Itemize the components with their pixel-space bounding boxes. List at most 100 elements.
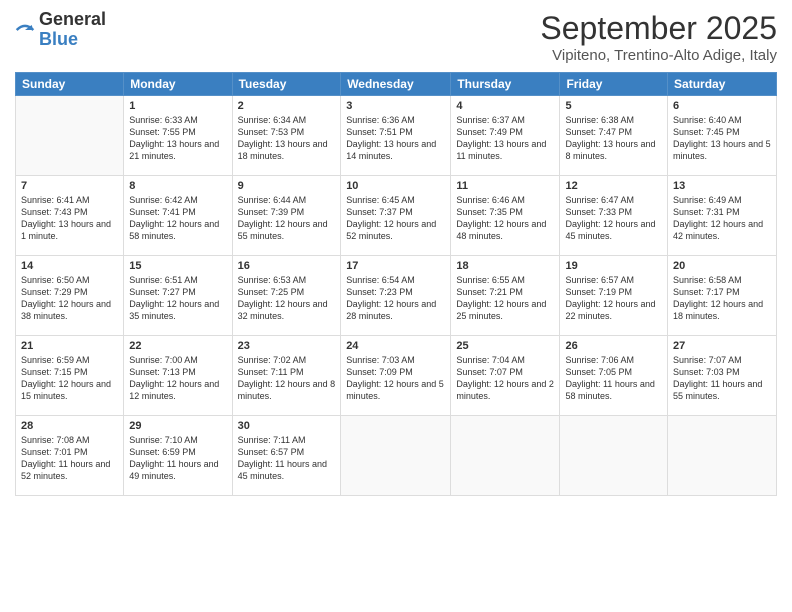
day-info: Sunrise: 6:57 AM Sunset: 7:19 PM Dayligh…	[565, 274, 662, 323]
calendar-cell: 5 Sunrise: 6:38 AM Sunset: 7:47 PM Daylig…	[560, 96, 668, 176]
day-number: 18	[456, 260, 554, 272]
day-number: 16	[238, 260, 336, 272]
day-info: Sunrise: 6:59 AM Sunset: 7:15 PM Dayligh…	[21, 354, 118, 403]
logo: General Blue	[15, 10, 106, 50]
page: General Blue September 2025 Vipiteno, Tr…	[0, 0, 792, 612]
day-number: 28	[21, 420, 118, 432]
calendar-cell: 7 Sunrise: 6:41 AM Sunset: 7:43 PM Daylig…	[16, 176, 124, 256]
day-number: 14	[21, 260, 118, 272]
day-number: 19	[565, 260, 662, 272]
day-info: Sunrise: 7:08 AM Sunset: 7:01 PM Dayligh…	[21, 434, 118, 483]
day-number: 30	[238, 420, 336, 432]
day-number: 23	[238, 340, 336, 352]
calendar-cell: 1 Sunrise: 6:33 AM Sunset: 7:55 PM Daylig…	[124, 96, 232, 176]
day-number: 29	[129, 420, 226, 432]
day-number: 7	[21, 180, 118, 192]
day-number: 3	[346, 100, 445, 112]
day-info: Sunrise: 6:40 AM Sunset: 7:45 PM Dayligh…	[673, 114, 771, 163]
day-info: Sunrise: 7:10 AM Sunset: 6:59 PM Dayligh…	[129, 434, 226, 483]
calendar-cell: 18 Sunrise: 6:55 AM Sunset: 7:21 PM Dayli…	[451, 256, 560, 336]
day-number: 24	[346, 340, 445, 352]
day-info: Sunrise: 6:36 AM Sunset: 7:51 PM Dayligh…	[346, 114, 445, 163]
day-info: Sunrise: 6:54 AM Sunset: 7:23 PM Dayligh…	[346, 274, 445, 323]
day-number: 17	[346, 260, 445, 272]
logo-icon	[15, 20, 35, 40]
calendar-cell: 2Sunrise: 6:34 AM Sunset: 7:53 PM Daylig…	[232, 96, 341, 176]
calendar-cell: 12 Sunrise: 6:47 AM Sunset: 7:33 PM Dayli…	[560, 176, 668, 256]
day-info: Sunrise: 7:04 AM Sunset: 7:07 PM Dayligh…	[456, 354, 554, 403]
calendar-cell: 25 Sunrise: 7:04 AM Sunset: 7:07 PM Dayli…	[451, 336, 560, 416]
calendar-cell	[16, 96, 124, 176]
calendar-cell	[451, 416, 560, 496]
day-number: 1	[129, 100, 226, 112]
calendar-cell: 15 Sunrise: 6:51 AM Sunset: 7:27 PM Dayli…	[124, 256, 232, 336]
month-title: September 2025	[540, 10, 777, 47]
day-info: Sunrise: 6:49 AM Sunset: 7:31 PM Dayligh…	[673, 194, 771, 243]
calendar-cell: 23Sunrise: 7:02 AM Sunset: 7:11 PM Dayli…	[232, 336, 341, 416]
calendar-cell: 13Sunrise: 6:49 AM Sunset: 7:31 PM Dayli…	[668, 176, 777, 256]
day-info: Sunrise: 6:50 AM Sunset: 7:29 PM Dayligh…	[21, 274, 118, 323]
calendar-cell	[341, 416, 451, 496]
day-info: Sunrise: 7:07 AM Sunset: 7:03 PM Dayligh…	[673, 354, 771, 403]
day-number: 11	[456, 180, 554, 192]
day-info: Sunrise: 7:00 AM Sunset: 7:13 PM Dayligh…	[129, 354, 226, 403]
day-info: Sunrise: 6:41 AM Sunset: 7:43 PM Dayligh…	[21, 194, 118, 243]
calendar-cell: 14 Sunrise: 6:50 AM Sunset: 7:29 PM Dayli…	[16, 256, 124, 336]
calendar-cell	[560, 416, 668, 496]
calendar-cell: 19 Sunrise: 6:57 AM Sunset: 7:19 PM Dayli…	[560, 256, 668, 336]
day-info: Sunrise: 6:51 AM Sunset: 7:27 PM Dayligh…	[129, 274, 226, 323]
day-number: 15	[129, 260, 226, 272]
calendar-cell: 11Sunrise: 6:46 AM Sunset: 7:35 PM Dayli…	[451, 176, 560, 256]
weekday-header: Wednesday	[341, 73, 451, 96]
calendar-cell: 26 Sunrise: 7:06 AM Sunset: 7:05 PM Dayli…	[560, 336, 668, 416]
calendar-cell: 4Sunrise: 6:37 AM Sunset: 7:49 PM Daylig…	[451, 96, 560, 176]
day-info: Sunrise: 7:06 AM Sunset: 7:05 PM Dayligh…	[565, 354, 662, 403]
calendar-cell: 27Sunrise: 7:07 AM Sunset: 7:03 PM Dayli…	[668, 336, 777, 416]
title-block: September 2025 Vipiteno, Trentino-Alto A…	[540, 10, 777, 64]
day-number: 5	[565, 100, 662, 112]
calendar-week-row: 21Sunrise: 6:59 AM Sunset: 7:15 PM Dayli…	[16, 336, 777, 416]
location-title: Vipiteno, Trentino-Alto Adige, Italy	[540, 47, 777, 64]
calendar-cell	[668, 416, 777, 496]
day-number: 26	[565, 340, 662, 352]
calendar-week-row: 28 Sunrise: 7:08 AM Sunset: 7:01 PM Dayli…	[16, 416, 777, 496]
calendar-week-row: 7 Sunrise: 6:41 AM Sunset: 7:43 PM Daylig…	[16, 176, 777, 256]
weekday-header: Sunday	[16, 73, 124, 96]
calendar-cell: 17 Sunrise: 6:54 AM Sunset: 7:23 PM Dayli…	[341, 256, 451, 336]
calendar-cell: 28 Sunrise: 7:08 AM Sunset: 7:01 PM Dayli…	[16, 416, 124, 496]
weekday-header: Thursday	[451, 73, 560, 96]
calendar-cell: 10Sunrise: 6:45 AM Sunset: 7:37 PM Dayli…	[341, 176, 451, 256]
day-info: Sunrise: 7:03 AM Sunset: 7:09 PM Dayligh…	[346, 354, 445, 403]
day-info: Sunrise: 6:34 AM Sunset: 7:53 PM Dayligh…	[238, 114, 336, 163]
calendar-cell: 20Sunrise: 6:58 AM Sunset: 7:17 PM Dayli…	[668, 256, 777, 336]
day-info: Sunrise: 6:42 AM Sunset: 7:41 PM Dayligh…	[129, 194, 226, 243]
day-number: 6	[673, 100, 771, 112]
day-number: 8	[129, 180, 226, 192]
day-info: Sunrise: 6:38 AM Sunset: 7:47 PM Dayligh…	[565, 114, 662, 163]
day-info: Sunrise: 6:45 AM Sunset: 7:37 PM Dayligh…	[346, 194, 445, 243]
day-number: 22	[129, 340, 226, 352]
calendar-week-row: 1 Sunrise: 6:33 AM Sunset: 7:55 PM Daylig…	[16, 96, 777, 176]
day-number: 9	[238, 180, 336, 192]
calendar-cell: 6 Sunrise: 6:40 AM Sunset: 7:45 PM Daylig…	[668, 96, 777, 176]
day-number: 25	[456, 340, 554, 352]
day-info: Sunrise: 6:53 AM Sunset: 7:25 PM Dayligh…	[238, 274, 336, 323]
day-info: Sunrise: 7:11 AM Sunset: 6:57 PM Dayligh…	[238, 434, 336, 483]
weekday-header: Monday	[124, 73, 232, 96]
calendar-header-row: SundayMondayTuesdayWednesdayThursdayFrid…	[16, 73, 777, 96]
day-info: Sunrise: 6:55 AM Sunset: 7:21 PM Dayligh…	[456, 274, 554, 323]
calendar-cell: 22 Sunrise: 7:00 AM Sunset: 7:13 PM Dayli…	[124, 336, 232, 416]
day-number: 12	[565, 180, 662, 192]
calendar-cell: 24 Sunrise: 7:03 AM Sunset: 7:09 PM Dayli…	[341, 336, 451, 416]
day-info: Sunrise: 6:47 AM Sunset: 7:33 PM Dayligh…	[565, 194, 662, 243]
header: General Blue September 2025 Vipiteno, Tr…	[15, 10, 777, 64]
calendar-cell: 29 Sunrise: 7:10 AM Sunset: 6:59 PM Dayli…	[124, 416, 232, 496]
calendar-cell: 8 Sunrise: 6:42 AM Sunset: 7:41 PM Daylig…	[124, 176, 232, 256]
day-info: Sunrise: 6:33 AM Sunset: 7:55 PM Dayligh…	[129, 114, 226, 163]
calendar-cell: 30 Sunrise: 7:11 AM Sunset: 6:57 PM Dayli…	[232, 416, 341, 496]
logo-blue-text: Blue	[39, 30, 106, 50]
calendar-week-row: 14 Sunrise: 6:50 AM Sunset: 7:29 PM Dayli…	[16, 256, 777, 336]
weekday-header: Friday	[560, 73, 668, 96]
calendar-table: SundayMondayTuesdayWednesdayThursdayFrid…	[15, 72, 777, 496]
day-number: 20	[673, 260, 771, 272]
